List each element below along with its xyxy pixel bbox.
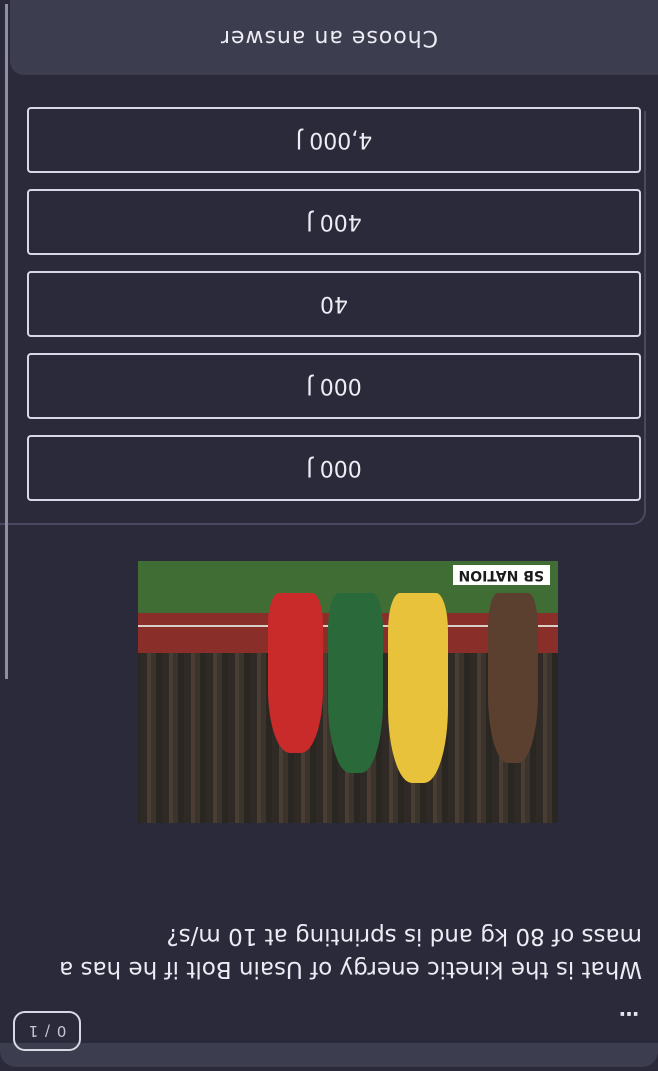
scrollbar[interactable] bbox=[5, 4, 8, 679]
runner-red bbox=[268, 593, 323, 753]
answer-option-3[interactable]: 40 bbox=[27, 271, 641, 337]
progress-badge: 0 / 1 bbox=[13, 1011, 81, 1051]
more-options-icon[interactable]: … bbox=[598, 995, 658, 1043]
top-bar bbox=[0, 1043, 658, 1071]
answer-option-2[interactable]: 000 J bbox=[27, 353, 641, 419]
answer-option-5[interactable]: 4,000 J bbox=[27, 107, 641, 173]
quiz-screen: … 0 / 1 What is the kinetic energy of Us… bbox=[0, 0, 658, 1071]
answers-frame: 000 J 000 J 40 400 J 4,000 J bbox=[0, 107, 646, 525]
sb-nation-logo: SB NATION bbox=[452, 565, 550, 585]
top-sheet bbox=[0, 1043, 658, 1067]
runner-green bbox=[328, 593, 383, 773]
runner-yellow bbox=[388, 593, 448, 783]
answer-option-4[interactable]: 400 J bbox=[27, 189, 641, 255]
answer-option-1[interactable]: 000 J bbox=[27, 435, 641, 501]
question-image: SB NATION bbox=[138, 561, 558, 823]
choose-answer-label: Choose an answer bbox=[219, 25, 439, 50]
runner-left bbox=[488, 593, 538, 763]
answers-panel: 000 J 000 J 40 400 J 4,000 J bbox=[0, 107, 658, 525]
question-text: What is the kinetic energy of Usain Bolt… bbox=[59, 923, 642, 982]
